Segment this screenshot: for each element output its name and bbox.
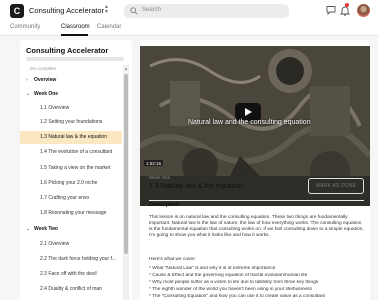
chevron-down-icon: ⌄: [26, 91, 31, 97]
notification-badge: [345, 3, 349, 7]
nav-label: Overview: [34, 77, 57, 83]
community-logo[interactable]: C: [10, 4, 24, 18]
play-icon: [245, 108, 252, 116]
nav-label: 1.7 Crafting your envo: [40, 195, 90, 201]
nav-item[interactable]: 2.3 Face off with the devil: [20, 268, 122, 280]
nav-item[interactable]: 1.8 Resonating your message: [20, 207, 122, 219]
nav-item[interactable]: 1.2 Setting your foundations: [20, 116, 122, 128]
search-icon: [130, 7, 138, 15]
nav-label: 1.8 Resonating your message: [40, 210, 107, 216]
nav-item[interactable]: 1.1 Overview: [20, 102, 122, 114]
list-item: * Why most people suffer as a victim to …: [149, 280, 319, 285]
nav-label: 2.3 Face off with the devil: [40, 271, 97, 277]
lesson-title: 1.3 Natural law & the equation: [149, 183, 243, 190]
chevron-down-icon: ⌄: [26, 226, 31, 232]
list-item: * Cause & Effect and the governing equat…: [149, 273, 308, 278]
course-progress-text: 0% complete: [30, 66, 57, 71]
tab-community[interactable]: Community: [10, 24, 40, 30]
divider: [149, 200, 364, 201]
tab-classroom[interactable]: Classroom: [61, 24, 90, 30]
nav-label: 2.2 The dark force holding your f...: [40, 256, 117, 262]
nav-label: 1.6 Picking your 2.0 niche: [40, 180, 98, 186]
list-item: * What "Natural Law" is and why it is of…: [149, 266, 276, 271]
video-title-overlay: Natural law and the consulting equation: [188, 119, 311, 126]
nav-label: 1.3 Natural law & the equation: [40, 134, 107, 140]
nav-label: 1.2 Setting your foundations: [40, 119, 103, 125]
search-input[interactable]: Search: [124, 4, 289, 18]
description-text: This lesson is on natural law and the co…: [149, 215, 364, 238]
lesson-panel: Natural law and the consulting equation …: [140, 40, 370, 300]
nav-label: Week Two: [34, 226, 58, 232]
active-tab-indicator: [61, 34, 88, 36]
nav-item[interactable]: 2.1 Overview: [20, 238, 122, 250]
nav-label: 1.5 Taking a view on the market: [40, 165, 111, 171]
video-duration: 1:52:16: [144, 160, 164, 166]
nav-item[interactable]: 1.6 Picking your 2.0 niche: [20, 177, 122, 189]
nav-item-active[interactable]: 1.3 Natural law & the equation: [20, 131, 122, 144]
community-switcher-icon[interactable]: ▴ ▾: [105, 4, 108, 15]
nav-label: 2.4 Duality & conflict of man: [40, 286, 102, 292]
lesson-module-label: Week One: [149, 175, 171, 180]
scroll-up-icon[interactable]: ▲: [123, 66, 129, 71]
nav-label: Week One: [34, 91, 59, 97]
outline-scrollbar[interactable]: ▲: [123, 65, 129, 300]
nav-section-week-one[interactable]: ⌄ Week One: [20, 88, 122, 100]
nav-label: 2.1 Overview: [40, 241, 70, 247]
course-title: Consulting Accelerator: [26, 46, 109, 55]
chevron-right-icon: ›: [26, 77, 28, 83]
course-outline-panel: Consulting Accelerator 0% complete › Ove…: [20, 40, 132, 300]
nav-label: 1.4 The evolution of a consultant: [40, 149, 113, 155]
avatar[interactable]: [357, 4, 370, 17]
tab-bar: Community Classroom Calendar: [0, 22, 378, 36]
nav-label: 1.1 Overview: [40, 105, 70, 111]
search-placeholder: Search: [142, 7, 162, 13]
nav-item[interactable]: 1.7 Crafting your envo: [20, 192, 122, 204]
nav-section-week-two[interactable]: ⌄ Week Two: [20, 223, 122, 235]
top-bar: C Consulting Accelerator ▴ ▾ Search: [0, 0, 378, 22]
list-item: * The "Consulting Equation" and how you …: [149, 294, 325, 299]
chat-icon[interactable]: [326, 5, 336, 15]
description-heading: Description: [149, 202, 180, 208]
scroll-thumb[interactable]: [124, 74, 128, 254]
nav-item[interactable]: 2.2 The dark force holding your f...: [20, 253, 122, 265]
nav-item[interactable]: 1.5 Taking a view on the market: [20, 162, 122, 174]
cover-heading: Here's what we cover:: [149, 257, 197, 262]
nav-item[interactable]: 2.4 Duality & conflict of man: [20, 283, 122, 295]
nav-section-overview[interactable]: › Overview: [20, 74, 122, 86]
course-progress-bar: [26, 57, 124, 61]
community-name[interactable]: Consulting Accelerator: [29, 6, 104, 15]
mark-as-done-button[interactable]: MARK AS DONE: [308, 178, 364, 194]
nav-item[interactable]: 1.4 The evolution of a consultant: [20, 146, 122, 158]
list-item: * The eighth wonder of the world you hav…: [149, 287, 312, 292]
tab-calendar[interactable]: Calendar: [97, 24, 121, 30]
